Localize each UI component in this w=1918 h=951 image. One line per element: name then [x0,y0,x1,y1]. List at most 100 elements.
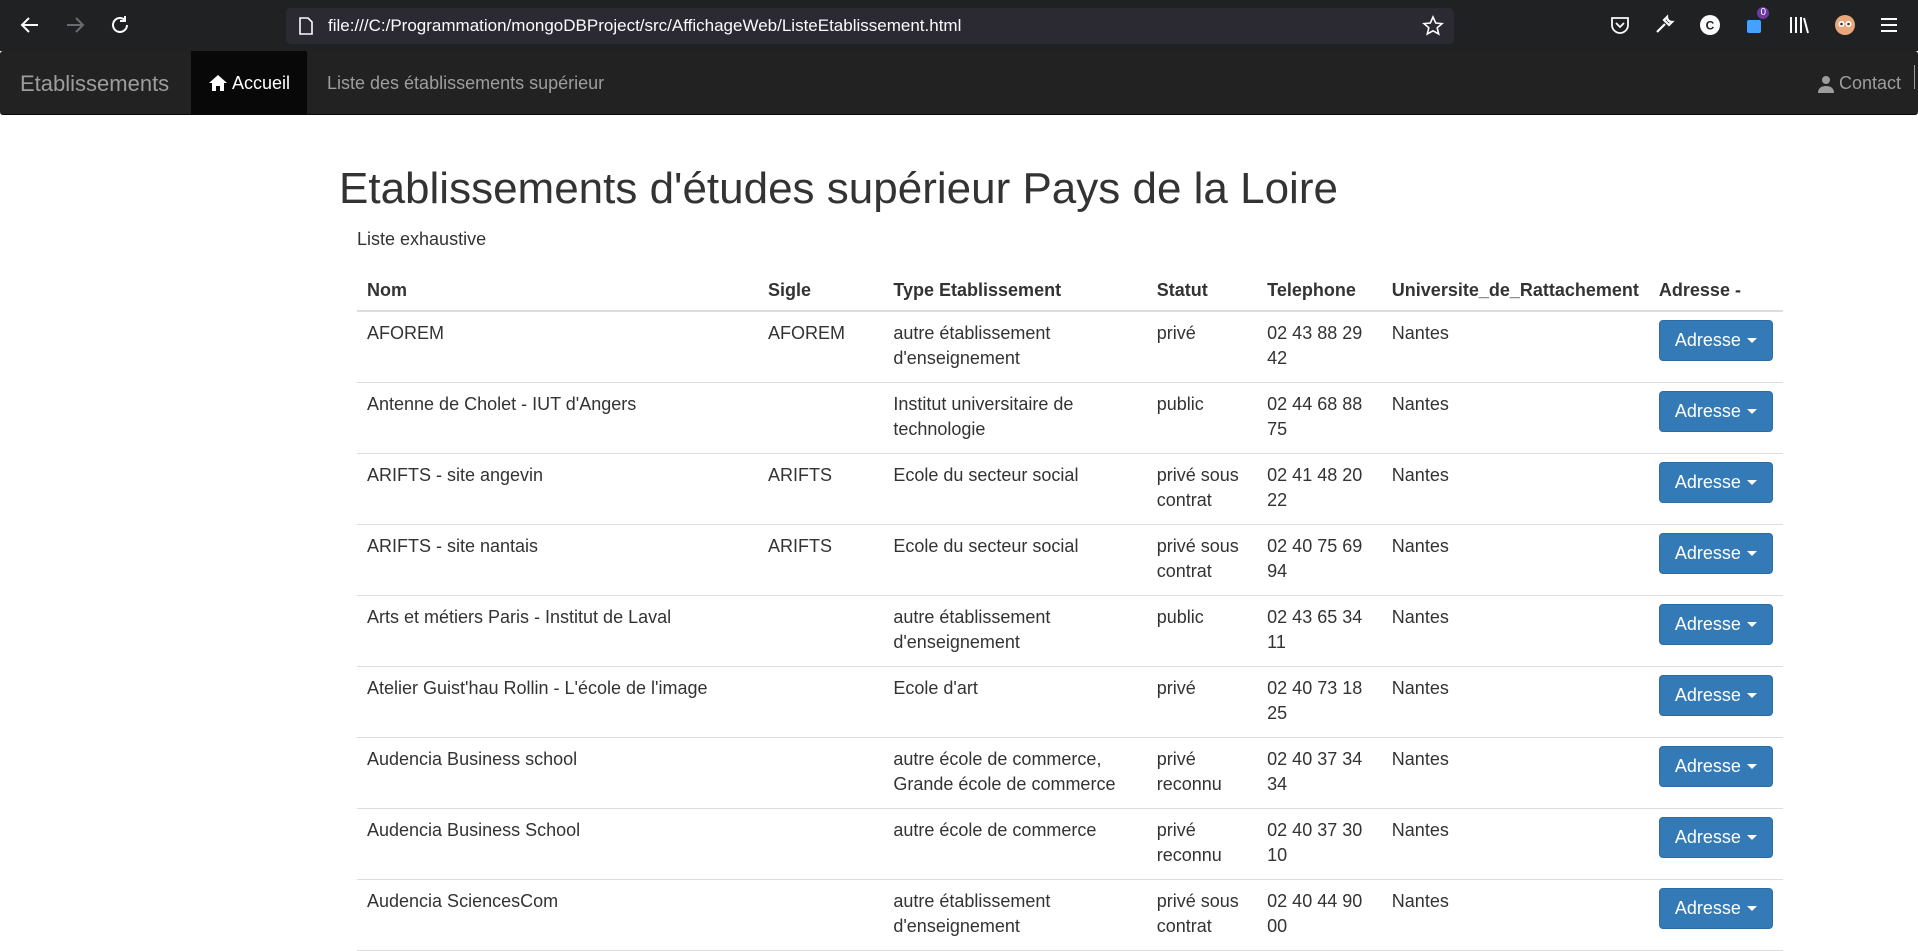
etablissements-table: Nom Sigle Type Etablissement Statut Tele… [357,270,1783,951]
cell-universite: Nantes [1381,737,1649,809]
cell-telephone: 02 41 48 20 22 [1257,453,1382,525]
table-caption: Liste exhaustive [357,229,487,249]
adresse-dropdown-button[interactable]: Adresse [1658,745,1773,787]
cell-type: autre école de commerce, Grande école de… [883,737,1147,809]
adresse-dropdown-button[interactable]: Adresse [1658,674,1773,716]
adresse-dropdown-button[interactable]: Adresse [1658,603,1773,645]
user-icon [1817,75,1834,93]
table-body: AFOREM AFOREM autre établissement d'enseig… [357,311,1783,951]
adresse-dropdown-button[interactable]: Adresse [1658,390,1773,432]
cell-universite: Nantes [1381,879,1649,951]
url-text: file:///C:/Programmation/mongoDBProject/… [328,16,962,35]
cell-adresse: Adresse [1648,595,1783,667]
adresse-button-label: Adresse [1674,471,1741,492]
table-row: ARIFTS - site nantais ARIFTS Ecole du sect… [357,524,1783,596]
adresse-dropdown-button[interactable]: Adresse [1658,816,1773,858]
caret-down-icon [1746,763,1757,769]
adresse-button-label: Adresse [1674,897,1741,918]
cell-nom: Antenne de Cholet - IUT d'Angers [357,382,758,454]
page-icon [298,17,314,40]
cell-sigle [757,382,884,454]
adresse-button-label: Adresse [1674,613,1741,634]
column-header-nom: Nom [357,270,758,312]
cell-sigle: ARIFTS [757,453,884,525]
cell-telephone: 02 40 73 18 25 [1257,666,1382,738]
cell-universite: Nantes [1381,595,1649,667]
cell-sigle: AFOREM [757,311,884,383]
cell-statut: privé reconnu [1146,808,1258,880]
cell-universite: Nantes [1381,808,1649,880]
table-row: ARIFTS - site angevin ARIFTS Ecole du sect… [357,453,1783,525]
cell-nom: Atelier Guist'hau Rollin - L'école de l'… [357,666,758,738]
cell-nom: AFOREM [357,311,758,383]
url-bar[interactable]: file:///C:/Programmation/mongoDBProject/… [286,8,1454,44]
reload-icon[interactable] [105,10,135,40]
adresse-button-label: Adresse [1674,542,1741,563]
adresse-button-label: Adresse [1674,755,1741,776]
cell-sigle: ARIFTS [757,524,884,596]
cell-universite: Nantes [1381,524,1649,596]
caret-down-icon [1746,834,1757,840]
extension-icon[interactable]: 0 [1741,7,1769,38]
library-icon[interactable] [1786,12,1812,38]
adresse-dropdown-button[interactable]: Adresse [1658,461,1773,503]
cell-adresse: Adresse [1648,311,1783,383]
cell-type: Institut universitaire de technologie [883,382,1147,454]
adresse-dropdown-button[interactable]: Adresse [1658,532,1773,574]
column-header-statut: Statut [1146,270,1258,312]
adresse-dropdown-button[interactable]: Adresse [1658,320,1773,361]
adresse-button-label: Adresse [1674,330,1741,350]
adresse-button-label: Adresse [1674,826,1741,847]
table-row: Atelier Guist'hau Rollin - L'école de l'… [357,666,1783,738]
avatar-icon[interactable] [1832,12,1858,38]
cell-adresse: Adresse [1648,666,1783,738]
svg-text:C: C [1706,19,1715,33]
cell-adresse: Adresse [1648,808,1783,880]
cell-telephone: 02 44 68 88 75 [1257,382,1382,454]
table-row: Antenne de Cholet - IUT d'Angers Institut… [357,382,1783,454]
back-arrow-icon[interactable] [15,10,45,40]
home-icon [208,75,227,91]
nav-item-liste[interactable]: Liste des établissements supérieur [327,73,604,94]
menu-icon[interactable] [1876,12,1902,38]
caret-down-icon [1746,479,1757,485]
adresse-dropdown-button[interactable]: Adresse [1658,887,1773,929]
cell-type: autre établissement d'enseignement [883,311,1147,383]
cell-statut: privé reconnu [1146,737,1258,809]
cell-type: Ecole d'art [883,666,1147,738]
navbar-brand[interactable]: Etablissements [20,71,169,97]
cell-statut: privé [1146,666,1258,738]
wrench-icon[interactable] [1651,12,1677,38]
cell-nom: Arts et métiers Paris - Institut de Lava… [357,595,758,667]
cell-universite: Nantes [1381,453,1649,525]
cell-statut: public [1146,595,1258,667]
table-header-row: Nom Sigle Type Etablissement Statut Tele… [357,270,1783,312]
table-row: Arts et métiers Paris - Institut de Lava… [357,595,1783,667]
cell-universite: Nantes [1381,382,1649,454]
cell-sigle [757,595,884,667]
forward-arrow-icon[interactable] [60,10,90,40]
nav-item-accueil-label: Accueil [231,72,291,93]
cell-type: autre établissement d'enseignement [883,879,1147,951]
table-row: Audencia SciencesCom autre établissement … [357,879,1783,951]
cell-sigle [757,737,884,809]
column-header-telephone: Telephone [1257,270,1382,312]
pocket-icon[interactable] [1607,12,1633,38]
cell-adresse: Adresse [1648,524,1783,596]
star-icon[interactable] [1422,15,1444,42]
nav-item-accueil[interactable]: Accueil [191,51,307,115]
table-row: AFOREM AFOREM autre établissement d'enseig… [357,311,1783,383]
cell-telephone: 02 40 75 69 94 [1257,524,1382,596]
caret-down-icon [1746,338,1757,343]
cell-sigle [757,666,884,738]
cell-nom: ARIFTS - site angevin [357,453,758,525]
cell-telephone: 02 43 65 34 11 [1257,595,1382,667]
c-icon[interactable]: C [1697,12,1723,38]
cell-nom: Audencia Business school [357,737,758,809]
cell-nom: ARIFTS - site nantais [357,524,758,596]
cell-statut: privé sous contrat [1146,453,1258,525]
navbar-edge [1914,65,1915,89]
cell-type: Ecole du secteur social [883,453,1147,525]
caret-down-icon [1746,408,1757,414]
nav-item-contact[interactable]: Contact [1817,73,1901,94]
